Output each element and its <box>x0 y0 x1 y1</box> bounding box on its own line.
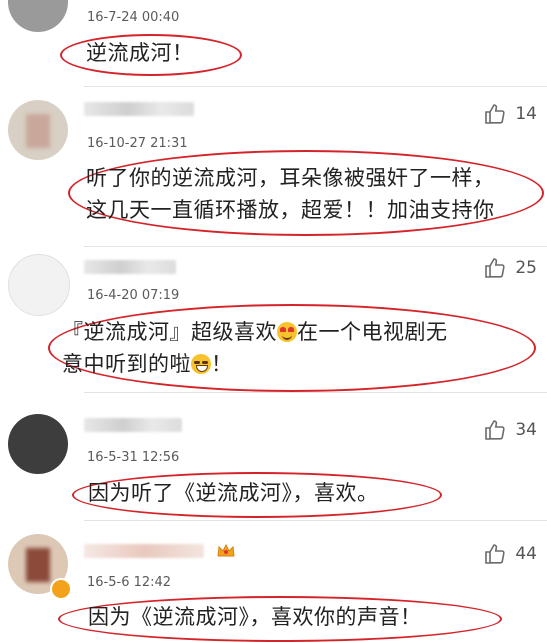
avatar[interactable] <box>8 414 68 474</box>
like-button[interactable]: 44 <box>483 542 537 566</box>
like-button[interactable]: 34 <box>483 418 537 442</box>
crown-icon <box>217 543 235 557</box>
avatar[interactable] <box>8 254 70 316</box>
like-count: 44 <box>515 544 537 564</box>
comment-time: 16-10-27 21:31 <box>87 136 188 151</box>
username-blurred[interactable] <box>84 418 182 432</box>
thumbs-up-icon <box>485 258 505 278</box>
heart-eyes-emoji <box>277 322 297 342</box>
verified-badge-icon <box>50 578 72 600</box>
thumbs-up-icon <box>485 104 505 124</box>
thumbs-up-icon <box>485 420 505 440</box>
like-button[interactable]: 25 <box>483 256 537 280</box>
comment-text: 『逆流成河』超级喜欢 在一个电视剧无 意中听到的啦！ <box>62 320 448 376</box>
comment-time: 16-5-6 12:42 <box>87 575 172 590</box>
like-button[interactable]: 14 <box>483 102 537 126</box>
comment-item: 16-10-27 21:31 14 听了你的逆流成河，耳朵像被强奸了一样， 这几… <box>0 86 547 246</box>
like-count: 34 <box>515 420 537 440</box>
comment-text: 因为《逆流成河》，喜欢你的声音！ <box>88 605 422 629</box>
comment-item: 16-5-31 12:56 34 因为听了《逆流成河》，喜欢。 <box>0 392 547 520</box>
username-blurred[interactable] <box>84 102 194 116</box>
thumbs-up-icon <box>485 544 505 564</box>
comment-time: 16-7-24 00:40 <box>87 10 180 25</box>
username-blurred[interactable] <box>84 544 204 558</box>
like-count: 25 <box>515 258 537 278</box>
avatar[interactable] <box>8 0 68 32</box>
comment-item: 16-7-24 00:40 逆流成河！ <box>0 0 547 85</box>
comment-item: 16-5-6 12:42 44 因为《逆流成河》，喜欢你的声音！ <box>0 520 547 642</box>
comment-time: 16-4-20 07:19 <box>87 288 180 303</box>
like-count: 14 <box>515 104 537 124</box>
comment-item: 16-4-20 07:19 25 『逆流成河』超级喜欢 在一个电视剧无 意中听到的… <box>0 246 547 392</box>
username-blurred[interactable] <box>84 260 176 274</box>
comment-text: 因为听了《逆流成河》，喜欢。 <box>88 481 379 505</box>
comment-text: 逆流成河！ <box>86 41 194 65</box>
grin-emoji <box>191 354 211 374</box>
comment-time: 16-5-31 12:56 <box>87 450 180 465</box>
avatar[interactable] <box>8 100 68 160</box>
comment-text: 听了你的逆流成河，耳朵像被强奸了一样， 这几天一直循环播放，超爱！！加油支持你 <box>86 166 495 222</box>
